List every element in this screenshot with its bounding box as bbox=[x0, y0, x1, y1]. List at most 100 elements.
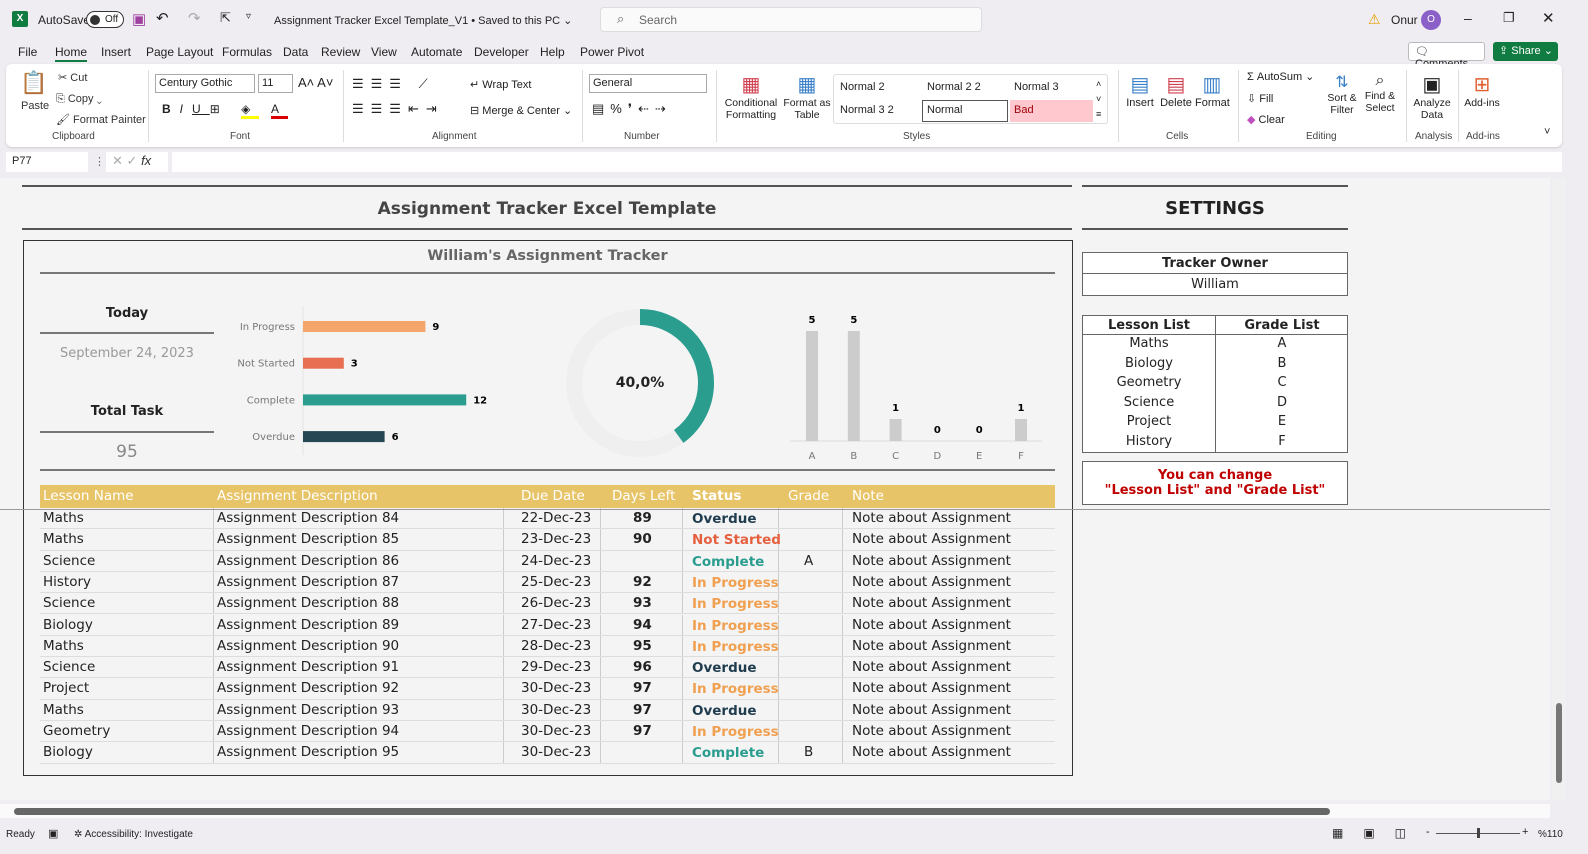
lesson-cell[interactable]: Science bbox=[43, 595, 95, 611]
zoom-slider-thumb[interactable] bbox=[1477, 828, 1480, 838]
table-row[interactable]: Science Assignment Description 91 29-Dec-2… bbox=[40, 657, 1055, 679]
status-cell[interactable]: Overdue bbox=[692, 511, 757, 527]
warning-icon[interactable]: ⚠ bbox=[1368, 11, 1381, 28]
due-date-cell[interactable]: 30-Dec-23 bbox=[521, 680, 591, 696]
description-cell[interactable]: Assignment Description 84 bbox=[217, 510, 399, 526]
status-cell[interactable]: In Progress bbox=[692, 618, 779, 634]
close-icon[interactable]: ✕ bbox=[1542, 9, 1555, 27]
lesson-item[interactable]: History bbox=[1083, 434, 1215, 449]
vertical-scrollbar[interactable] bbox=[1552, 178, 1566, 800]
autosum-button[interactable]: Σ AutoSum ⌄ bbox=[1247, 70, 1314, 83]
due-date-cell[interactable]: 24-Dec-23 bbox=[521, 553, 591, 569]
status-cell[interactable]: In Progress bbox=[692, 639, 779, 655]
description-cell[interactable]: Assignment Description 86 bbox=[217, 553, 399, 569]
grade-cell[interactable]: B bbox=[804, 744, 813, 760]
avatar[interactable]: O bbox=[1421, 10, 1441, 30]
sort-filter-button[interactable]: ⇅ Sort & Filter bbox=[1324, 72, 1360, 116]
lesson-cell[interactable]: Maths bbox=[43, 702, 84, 718]
collapse-ribbon-icon[interactable]: ˅ bbox=[1544, 126, 1550, 138]
table-row[interactable]: Maths Assignment Description 93 30-Dec-23 9… bbox=[40, 699, 1055, 721]
days-left-cell[interactable]: 96 bbox=[633, 659, 652, 675]
lesson-cell[interactable]: Maths bbox=[43, 531, 84, 547]
grade-item[interactable]: F bbox=[1216, 434, 1348, 449]
note-cell[interactable]: Note about Assignment bbox=[852, 702, 1011, 718]
grade-cell[interactable]: A bbox=[804, 553, 813, 569]
description-cell[interactable]: Assignment Description 91 bbox=[217, 659, 399, 675]
due-date-cell[interactable]: 30-Dec-23 bbox=[521, 744, 591, 760]
note-cell[interactable]: Note about Assignment bbox=[852, 574, 1011, 590]
lesson-cell[interactable]: Science bbox=[43, 659, 95, 675]
comments-button[interactable]: 🗨 Comments bbox=[1408, 42, 1485, 70]
zoom-level[interactable]: %110 bbox=[1538, 829, 1563, 840]
description-cell[interactable]: Assignment Description 88 bbox=[217, 595, 399, 611]
description-cell[interactable]: Assignment Description 93 bbox=[217, 702, 399, 718]
lesson-cell[interactable]: Biology bbox=[43, 744, 93, 760]
header-lesson[interactable]: Lesson Name bbox=[43, 488, 134, 504]
accessibility-status[interactable]: ✲ Accessibility: Investigate bbox=[74, 829, 193, 840]
description-cell[interactable]: Assignment Description 85 bbox=[217, 531, 399, 547]
days-left-cell[interactable]: 97 bbox=[633, 680, 652, 696]
fill-button[interactable]: ⇩ Fill bbox=[1247, 92, 1273, 105]
zoom-in-button[interactable]: + bbox=[1522, 826, 1528, 838]
description-cell[interactable]: Assignment Description 87 bbox=[217, 574, 399, 590]
horizontal-scroll-thumb[interactable] bbox=[14, 808, 1330, 815]
lesson-item[interactable]: Biology bbox=[1083, 356, 1215, 371]
table-row[interactable]: Maths Assignment Description 90 28-Dec-23 9… bbox=[40, 635, 1055, 658]
table-row[interactable]: Science Assignment Description 88 26-Dec-2… bbox=[40, 593, 1055, 615]
owner-value[interactable]: William bbox=[1083, 274, 1347, 292]
status-cell[interactable]: In Progress bbox=[692, 724, 779, 740]
days-left-cell[interactable]: 97 bbox=[633, 702, 652, 718]
due-date-cell[interactable]: 23-Dec-23 bbox=[521, 531, 591, 547]
status-cell[interactable]: In Progress bbox=[692, 575, 779, 591]
user-name[interactable]: Onur bbox=[1391, 13, 1418, 27]
due-date-cell[interactable]: 22-Dec-23 bbox=[521, 510, 591, 526]
due-date-cell[interactable]: 29-Dec-23 bbox=[521, 659, 591, 675]
header-note[interactable]: Note bbox=[852, 488, 884, 504]
note-cell[interactable]: Note about Assignment bbox=[852, 595, 1011, 611]
header-due-date[interactable]: Due Date bbox=[521, 488, 585, 504]
table-row[interactable]: Science Assignment Description 86 24-Dec-2… bbox=[40, 550, 1055, 572]
description-cell[interactable]: Assignment Description 90 bbox=[217, 638, 399, 654]
lesson-cell[interactable]: Maths bbox=[43, 510, 84, 526]
description-cell[interactable]: Assignment Description 92 bbox=[217, 680, 399, 696]
description-cell[interactable]: Assignment Description 95 bbox=[217, 744, 399, 760]
days-left-cell[interactable]: 95 bbox=[633, 638, 652, 654]
lesson-cell[interactable]: Geometry bbox=[43, 723, 110, 739]
format-cells-button[interactable]: ▥ Format bbox=[1195, 72, 1230, 109]
lesson-cell[interactable]: Biology bbox=[43, 617, 93, 633]
grade-item[interactable]: E bbox=[1216, 414, 1348, 429]
status-cell[interactable]: Complete bbox=[692, 745, 764, 761]
due-date-cell[interactable]: 27-Dec-23 bbox=[521, 617, 591, 633]
lesson-item[interactable]: Project bbox=[1083, 414, 1215, 429]
insert-cells-button[interactable]: ▤ Insert bbox=[1124, 72, 1156, 109]
lesson-item[interactable]: Geometry bbox=[1083, 375, 1215, 390]
table-row[interactable]: Biology Assignment Description 95 30-Dec-2… bbox=[40, 742, 1055, 764]
grade-item[interactable]: B bbox=[1216, 356, 1348, 371]
delete-cells-button[interactable]: ▤ Delete bbox=[1160, 72, 1192, 109]
share-button[interactable]: ⇪ Share ⌄ bbox=[1493, 42, 1558, 61]
analyze-data-button[interactable]: ▣ Analyze Data bbox=[1410, 72, 1454, 121]
table-row[interactable]: Maths Assignment Description 85 23-Dec-23 9… bbox=[40, 529, 1055, 551]
status-cell[interactable]: Overdue bbox=[692, 660, 757, 676]
lesson-cell[interactable]: Maths bbox=[43, 638, 84, 654]
header-grade[interactable]: Grade bbox=[788, 488, 829, 504]
table-row[interactable]: Maths Assignment Description 84 22-Dec-23 8… bbox=[40, 508, 1055, 530]
lesson-item[interactable]: Science bbox=[1083, 395, 1215, 410]
vertical-scroll-thumb[interactable] bbox=[1556, 703, 1562, 783]
header-status[interactable]: Status bbox=[692, 488, 741, 504]
note-cell[interactable]: Note about Assignment bbox=[852, 744, 1011, 760]
lesson-cell[interactable]: Science bbox=[43, 553, 95, 569]
due-date-cell[interactable]: 30-Dec-23 bbox=[521, 702, 591, 718]
description-cell[interactable]: Assignment Description 89 bbox=[217, 617, 399, 633]
table-row[interactable]: Biology Assignment Description 89 27-Dec-2… bbox=[40, 614, 1055, 636]
restore-icon[interactable]: ❐ bbox=[1503, 10, 1515, 26]
note-cell[interactable]: Note about Assignment bbox=[852, 659, 1011, 675]
status-cell[interactable]: Overdue bbox=[692, 703, 757, 719]
due-date-cell[interactable]: 30-Dec-23 bbox=[521, 723, 591, 739]
days-left-cell[interactable]: 92 bbox=[633, 574, 652, 590]
lesson-item[interactable]: Maths bbox=[1083, 336, 1215, 351]
status-cell[interactable]: In Progress bbox=[692, 596, 779, 612]
days-left-cell[interactable]: 89 bbox=[633, 510, 652, 526]
header-days-left[interactable]: Days Left bbox=[612, 488, 675, 504]
note-cell[interactable]: Note about Assignment bbox=[852, 723, 1011, 739]
